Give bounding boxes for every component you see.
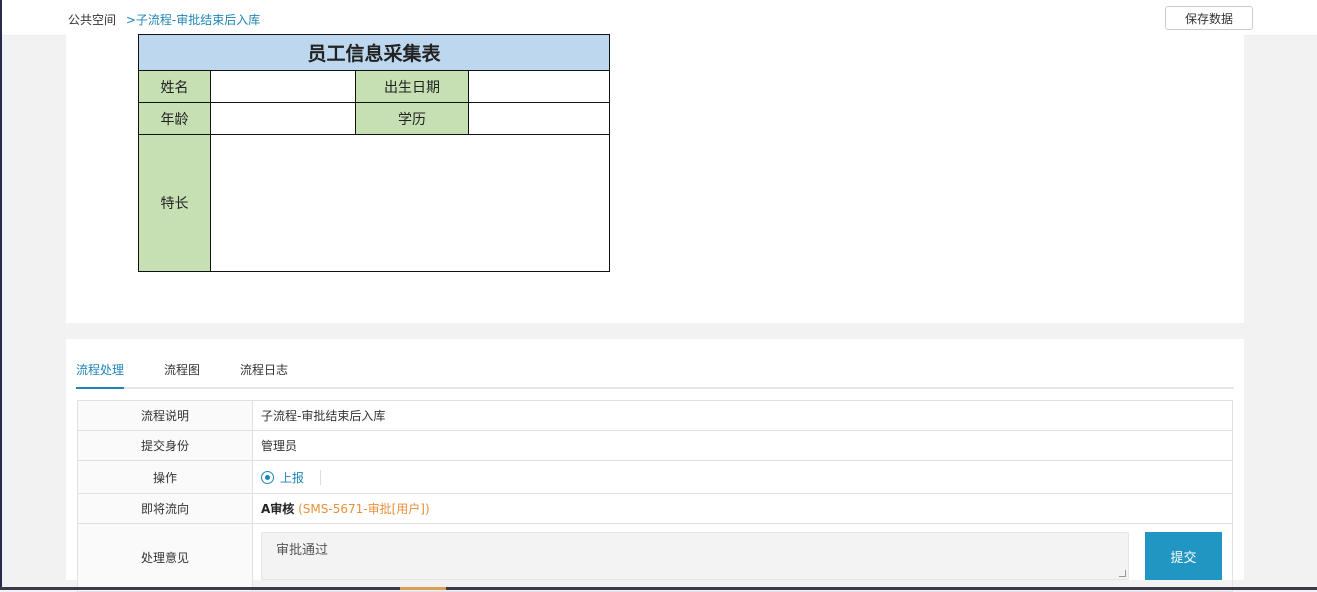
identity-value: 管理员	[252, 430, 1233, 461]
submit-button[interactable]: 提交	[1145, 532, 1222, 580]
form-panel: 员工信息采集表 姓名 出生日期 年龄 学历 特长	[66, 34, 1244, 323]
breadcrumb-separator: >	[125, 13, 136, 27]
table-row: 流程说明 子流程-审批结束后入库	[77, 400, 1233, 431]
age-field[interactable]	[210, 102, 356, 135]
process-panel: 流程处理 流程图 流程日志 流程说明 子流程-审批结束后入库 提交身份 管理员 …	[66, 339, 1244, 592]
radio-selected-icon[interactable]	[261, 470, 274, 484]
tab-flow-log[interactable]: 流程日志	[240, 361, 288, 387]
education-label: 学历	[355, 102, 469, 135]
name-field[interactable]	[210, 70, 356, 103]
breadcrumb: 公共空间 >子流程-审批结束后入库	[68, 11, 260, 28]
window-left-edge	[0, 0, 2, 590]
opinion-cell: 审批通过 提交	[252, 523, 1233, 592]
resize-handle-icon[interactable]	[1119, 570, 1126, 577]
form-title: 员工信息采集表	[138, 34, 610, 71]
action-cell: 上报	[252, 460, 1233, 494]
breadcrumb-current[interactable]: 子流程-审批结束后入库	[136, 13, 260, 27]
table-row: 操作 上报	[77, 460, 1233, 494]
description-label: 流程说明	[77, 400, 253, 431]
next-step-cell: A审核 (SMS-5671-审批[用户])	[252, 493, 1233, 524]
process-table: 流程说明 子流程-审批结束后入库 提交身份 管理员 操作 上报 即将流向 A审核…	[77, 400, 1233, 592]
next-node: A审核	[261, 502, 295, 516]
top-bar: 公共空间 >子流程-审批结束后入库 保存数据	[2, 0, 1317, 36]
tab-flow-chart[interactable]: 流程图	[164, 361, 200, 387]
breadcrumb-root[interactable]: 公共空间	[68, 13, 116, 27]
tab-process-handling[interactable]: 流程处理	[76, 361, 125, 389]
age-label: 年龄	[138, 102, 211, 135]
education-field[interactable]	[468, 102, 610, 135]
specialty-label: 特长	[138, 134, 211, 272]
name-label: 姓名	[138, 70, 211, 103]
description-value: 子流程-审批结束后入库	[252, 400, 1233, 431]
specialty-field[interactable]	[210, 134, 610, 272]
action-label: 操作	[77, 460, 253, 494]
opinion-label: 处理意见	[77, 523, 253, 592]
table-row: 即将流向 A审核 (SMS-5671-审批[用户])	[77, 493, 1233, 524]
divider	[320, 469, 322, 485]
opinion-text: 审批通过	[276, 543, 329, 558]
process-tabs: 流程处理 流程图 流程日志	[76, 339, 1234, 389]
save-data-button[interactable]: 保存数据	[1165, 6, 1253, 30]
next-step-label: 即将流向	[77, 493, 253, 524]
birth-date-label: 出生日期	[355, 70, 469, 103]
opinion-textarea[interactable]: 审批通过	[261, 532, 1129, 580]
next-node-detail: (SMS-5671-审批[用户])	[298, 502, 430, 516]
table-row: 提交身份 管理员	[77, 430, 1233, 461]
table-row: 处理意见 审批通过 提交	[77, 523, 1233, 592]
birth-date-field[interactable]	[468, 70, 610, 103]
report-option[interactable]: 上报	[280, 471, 304, 485]
employee-info-form: 员工信息采集表 姓名 出生日期 年龄 学历 特长	[138, 34, 610, 272]
identity-label: 提交身份	[77, 430, 253, 461]
